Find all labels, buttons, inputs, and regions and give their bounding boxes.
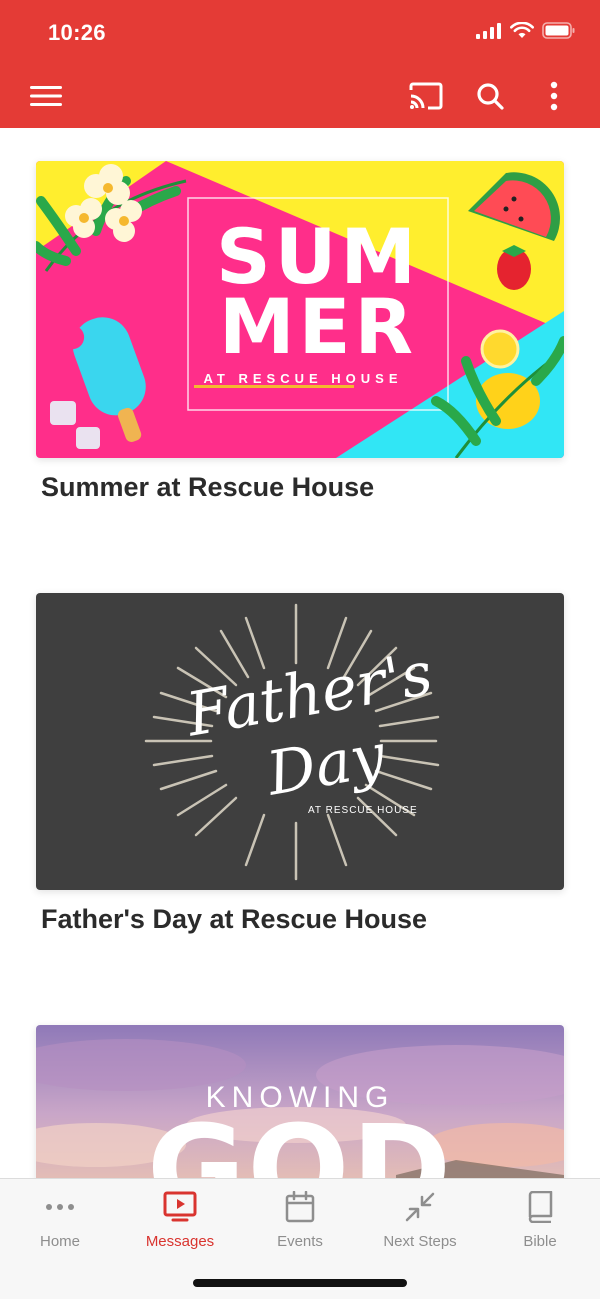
tab-messages[interactable]: Messages	[120, 1189, 240, 1259]
messages-feed[interactable]: SUM MER AT RESCUE HOUSE Summer at Rescue…	[0, 128, 600, 1178]
summer-art-subtitle: AT RESCUE HOUSE	[203, 371, 403, 386]
fathers-day-art-subtitle: AT RESCUE HOUSE	[308, 805, 418, 816]
fathers-day-artwork[interactable]: Father's Day AT RESCUE HOUSE	[36, 593, 564, 890]
message-card-knowing-god[interactable]: KNOWING GOD	[36, 1025, 564, 1178]
tab-label: Bible	[523, 1233, 557, 1250]
tab-events[interactable]: Events	[240, 1189, 360, 1259]
more-options-button[interactable]	[534, 76, 574, 116]
status-time: 10:26	[48, 20, 106, 45]
more-horizontal-icon	[46, 1204, 74, 1210]
summer-art-line2: MER	[218, 282, 418, 371]
tab-label: Home	[39, 1233, 80, 1250]
wifi-icon	[510, 22, 534, 38]
more-vertical-icon	[550, 81, 558, 111]
cast-icon	[409, 82, 443, 110]
tv-play-icon	[163, 1191, 197, 1222]
cellular-signal-icon	[476, 22, 501, 39]
message-card-fathers-day[interactable]: Father's Day AT RESCUE HOUSE Father's Da…	[36, 593, 564, 935]
message-card-summer[interactable]: SUM MER AT RESCUE HOUSE Summer at Rescue…	[36, 161, 564, 503]
tab-home[interactable]: Home	[0, 1189, 120, 1259]
status-icons	[476, 22, 576, 39]
arrows-in-icon	[405, 1192, 435, 1222]
hamburger-menu-icon	[30, 86, 62, 106]
message-title[interactable]: Father's Day at Rescue House	[41, 904, 564, 935]
tab-label: Messages	[145, 1233, 215, 1250]
book-icon	[528, 1191, 553, 1223]
home-indicator[interactable]	[193, 1279, 407, 1287]
calendar-icon	[285, 1191, 315, 1223]
knowing-god-artwork[interactable]: KNOWING GOD	[36, 1025, 564, 1178]
tab-label: Events	[277, 1233, 323, 1250]
menu-button[interactable]	[26, 76, 66, 116]
search-icon	[477, 83, 504, 110]
summer-artwork[interactable]: SUM MER AT RESCUE HOUSE	[36, 161, 564, 458]
tab-bible[interactable]: Bible	[480, 1189, 600, 1259]
tab-label: Next Steps	[383, 1233, 457, 1250]
battery-icon	[542, 22, 575, 39]
cast-button[interactable]	[406, 76, 446, 116]
search-button[interactable]	[470, 76, 510, 116]
message-title[interactable]: Summer at Rescue House	[41, 472, 564, 503]
app-header: 10:26	[0, 0, 600, 128]
tab-next-steps[interactable]: Next Steps	[360, 1189, 480, 1259]
summer-art-line1: SUM	[215, 212, 421, 301]
knowing-god-art-line2: GOD	[146, 1101, 454, 1179]
